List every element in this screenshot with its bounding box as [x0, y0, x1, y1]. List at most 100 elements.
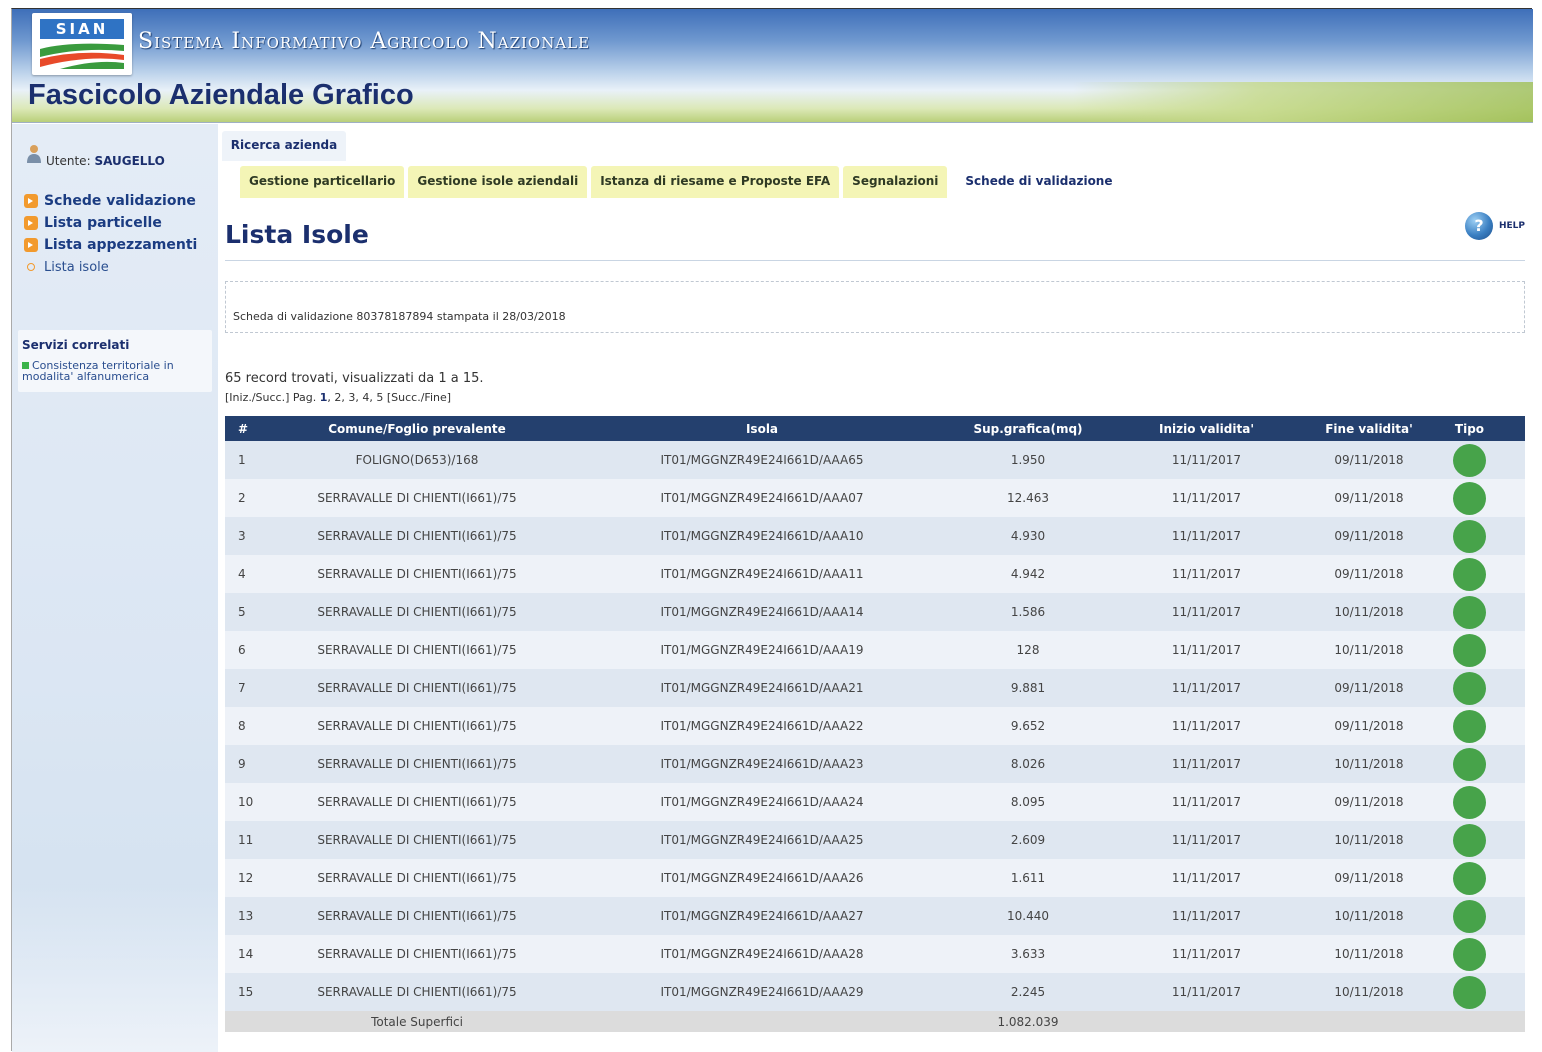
cell-sup: 2.245 [1010, 985, 1046, 999]
table-row[interactable]: 1 FOLIGNO(D653)/168 IT01/MGGNZR49E24I661D/… [225, 441, 1525, 479]
cell-tipo [1414, 821, 1525, 859]
total-label: Totale Superfici [371, 1014, 463, 1029]
cell-sup: 8.026 [1010, 757, 1046, 771]
cell-tipo [1414, 517, 1525, 555]
related-service-link[interactable]: Consistenza territoriale in modalita' al… [22, 360, 202, 382]
cell-isola: IT01/MGGNZR49E24I661D/AAA24 [660, 795, 864, 809]
col-header-sup[interactable]: Sup.grafica(mq) [967, 416, 1089, 441]
cell-comune: SERRAVALLE DI CHIENTI(I661)/75 [317, 719, 517, 733]
cell-sup: 4.942 [1010, 567, 1046, 581]
green-square-icon [22, 362, 29, 369]
user-text: Utente: SAUGELLO [46, 154, 165, 168]
arrow-bullet-icon [24, 194, 38, 208]
cell-fine: 09/11/2018 [1334, 795, 1404, 809]
app-frame: SIAN Sistema Informativo Agricolo Nazion… [11, 8, 1533, 1052]
table-row[interactable]: 5 SERRAVALLE DI CHIENTI(I661)/75 IT01/MGGN… [225, 593, 1525, 631]
cell-tipo [1414, 593, 1525, 631]
tab-gestione-isole-aziendali[interactable]: Gestione isole aziendali [408, 166, 588, 198]
help-icon: ? [1465, 212, 1493, 240]
header-meadow [1073, 82, 1533, 122]
tab-segnalazioni[interactable]: Segnalazioni [843, 166, 948, 198]
col-header-fine[interactable]: Fine validita' [1324, 416, 1414, 441]
page-link[interactable]: 2 [334, 391, 341, 404]
table-row[interactable]: 10 SERRAVALLE DI CHIENTI(I661)/75 IT01/MGG… [225, 783, 1525, 821]
cell-tipo [1414, 783, 1525, 821]
table-row[interactable]: 6 SERRAVALLE DI CHIENTI(I661)/75 IT01/MGGN… [225, 631, 1525, 669]
search-company-button[interactable]: Ricerca azienda [222, 131, 346, 161]
tab-schede-validazione[interactable]: Schede di validazione [951, 166, 1127, 198]
table-row[interactable]: 15 SERRAVALLE DI CHIENTI(I661)/75 IT01/MGG… [225, 973, 1525, 1011]
cell-num: 14 [238, 947, 254, 961]
islands-table: # Comune/Foglio prevalente Isola Sup.gra… [225, 416, 1525, 1032]
sidebar-nav: Schede validazione Lista particelle List… [24, 190, 214, 278]
table-row[interactable]: 11 SERRAVALLE DI CHIENTI(I661)/75 IT01/MGG… [225, 821, 1525, 859]
cell-sup: 1.586 [1010, 605, 1046, 619]
table-row[interactable]: 8 SERRAVALLE DI CHIENTI(I661)/75 IT01/MGGN… [225, 707, 1525, 745]
cell-fine: 09/11/2018 [1334, 567, 1404, 581]
cell-comune: SERRAVALLE DI CHIENTI(I661)/75 [317, 909, 517, 923]
cell-tipo [1414, 441, 1525, 479]
cell-tipo [1414, 897, 1525, 935]
table-body: 1 FOLIGNO(D653)/168 IT01/MGGNZR49E24I661D/… [225, 441, 1525, 1011]
help-button[interactable]: ? HELP [1465, 212, 1531, 242]
table-row[interactable]: 3 SERRAVALLE DI CHIENTI(I661)/75 IT01/MGGN… [225, 517, 1525, 555]
site-header: SIAN Sistema Informativo Agricolo Nazion… [12, 9, 1533, 123]
cell-sup: 3.633 [1010, 947, 1046, 961]
help-label: HELP [1499, 221, 1526, 231]
cell-comune: SERRAVALLE DI CHIENTI(I661)/75 [317, 643, 517, 657]
cell-isola: IT01/MGGNZR49E24I661D/AAA26 [660, 871, 864, 885]
logo-text: SIAN [40, 19, 124, 39]
sian-logo[interactable]: SIAN [32, 13, 132, 75]
page-link[interactable]: 4 [362, 391, 369, 404]
tab-istanza-riesame[interactable]: Istanza di riesame e Proposte EFA [591, 166, 840, 198]
arrow-bullet-icon [24, 216, 38, 230]
pager-suffix[interactable]: [Succ./Fine] [387, 391, 451, 404]
sidebar-item-lista-appezzamenti[interactable]: Lista appezzamenti [24, 234, 214, 256]
col-header-isola[interactable]: Isola [557, 416, 967, 441]
cell-isola: IT01/MGGNZR49E24I661D/AAA19 [660, 643, 864, 657]
sidebar-item-lista-isole[interactable]: Lista isole [24, 256, 214, 278]
table-row[interactable]: 14 SERRAVALLE DI CHIENTI(I661)/75 IT01/MGG… [225, 935, 1525, 973]
cell-comune: SERRAVALLE DI CHIENTI(I661)/75 [317, 605, 517, 619]
table-row[interactable]: 2 SERRAVALLE DI CHIENTI(I661)/75 IT01/MGGN… [225, 479, 1525, 517]
page-link[interactable]: 3 [348, 391, 355, 404]
status-dot-icon [1453, 861, 1486, 895]
table-row[interactable]: 4 SERRAVALLE DI CHIENTI(I661)/75 IT01/MGGN… [225, 555, 1525, 593]
tab-gestione-particellario[interactable]: Gestione particellario [240, 166, 405, 198]
col-header-tipo[interactable]: Tipo [1414, 416, 1525, 441]
cell-isola: IT01/MGGNZR49E24I661D/AAA28 [660, 947, 864, 961]
col-header-inizio[interactable]: Inizio validita' [1089, 416, 1324, 441]
cell-num: 12 [238, 871, 254, 885]
cell-sup: 128 [1016, 643, 1040, 657]
pager-prefix[interactable]: [Iniz./Succ.] Pag. [225, 391, 316, 404]
sidebar-item-label: Lista isole [44, 259, 109, 275]
cell-comune: SERRAVALLE DI CHIENTI(I661)/75 [317, 491, 517, 505]
col-header-comune[interactable]: Comune/Foglio prevalente [277, 416, 557, 441]
cell-inizio: 11/11/2017 [1171, 529, 1242, 543]
sidebar-wheat-background [12, 882, 218, 1052]
table-row[interactable]: 7 SERRAVALLE DI CHIENTI(I661)/75 IT01/MGGN… [225, 669, 1525, 707]
cell-num: 2 [238, 491, 246, 505]
cell-num: 15 [238, 985, 254, 999]
sidebar-item-schede-validazione[interactable]: Schede validazione [24, 190, 214, 212]
table-row[interactable]: 9 SERRAVALLE DI CHIENTI(I661)/75 IT01/MGGN… [225, 745, 1525, 783]
table-row[interactable]: 12 SERRAVALLE DI CHIENTI(I661)/75 IT01/MGG… [225, 859, 1525, 897]
user-icon [27, 145, 41, 163]
page-link[interactable]: 1 [320, 391, 328, 404]
status-dot-icon [1453, 937, 1486, 971]
app-title: Fascicolo Aziendale Grafico [28, 79, 414, 111]
sidebar-item-lista-particelle[interactable]: Lista particelle [24, 212, 214, 234]
cell-tipo [1414, 745, 1525, 783]
cell-fine: 09/11/2018 [1334, 871, 1404, 885]
col-header-num[interactable]: # [225, 416, 277, 441]
pagination: [Iniz./Succ.] Pag. 1, 2, 3, 4, 5 [Succ./… [225, 391, 452, 404]
sidebar-item-label: Schede validazione [44, 193, 196, 209]
cell-inizio: 11/11/2017 [1171, 491, 1242, 505]
related-service-label: Consistenza territoriale in modalita' al… [22, 359, 174, 383]
table-row[interactable]: 13 SERRAVALLE DI CHIENTI(I661)/75 IT01/MGG… [225, 897, 1525, 935]
cell-inizio: 11/11/2017 [1171, 567, 1242, 581]
total-value: 1.082.039 [997, 1014, 1059, 1029]
cell-fine: 10/11/2018 [1334, 643, 1404, 657]
page-link[interactable]: 5 [376, 391, 383, 404]
cell-fine: 09/11/2018 [1334, 719, 1404, 733]
